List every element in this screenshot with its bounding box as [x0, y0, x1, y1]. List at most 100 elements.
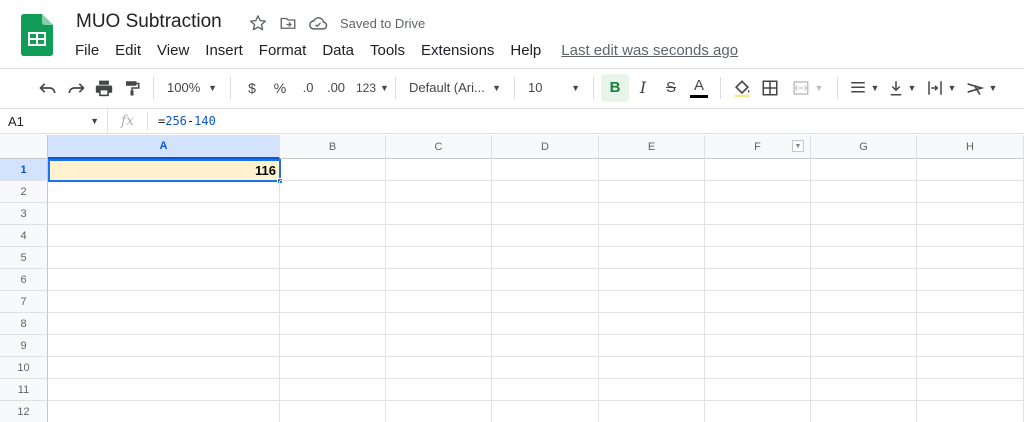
cloud-saved-icon[interactable]	[308, 13, 328, 33]
menu-data[interactable]: Data	[314, 40, 362, 61]
cell[interactable]	[811, 159, 917, 181]
cell[interactable]	[811, 335, 917, 357]
cell[interactable]	[917, 401, 1024, 422]
cell[interactable]	[280, 313, 386, 335]
menu-view[interactable]: View	[149, 40, 197, 61]
cell[interactable]	[599, 159, 705, 181]
cell[interactable]	[280, 335, 386, 357]
cell[interactable]	[48, 181, 280, 203]
row-header-4[interactable]: 4	[0, 225, 48, 247]
cell[interactable]	[705, 203, 811, 225]
cell[interactable]	[599, 401, 705, 422]
column-header-a[interactable]: A	[48, 135, 280, 159]
cell[interactable]	[492, 291, 599, 313]
row-header-9[interactable]: 9	[0, 335, 48, 357]
cell[interactable]	[280, 181, 386, 203]
menu-insert[interactable]: Insert	[197, 40, 251, 61]
row-header-11[interactable]: 11	[0, 379, 48, 401]
cell[interactable]	[492, 335, 599, 357]
bold-button[interactable]: B	[601, 73, 629, 102]
column-header-e[interactable]: E	[599, 135, 705, 159]
cell[interactable]	[492, 203, 599, 225]
cell[interactable]	[917, 181, 1024, 203]
cell[interactable]	[705, 357, 811, 379]
select-all-corner[interactable]	[0, 135, 48, 159]
cell[interactable]	[280, 401, 386, 422]
cell[interactable]	[599, 181, 705, 203]
cell[interactable]	[48, 291, 280, 313]
cell[interactable]	[280, 269, 386, 291]
strikethrough-button[interactable]: S	[657, 74, 685, 102]
borders-icon[interactable]	[756, 74, 784, 102]
increase-decimals-button[interactable]: .00	[322, 74, 350, 102]
row-header-7[interactable]: 7	[0, 291, 48, 313]
cell[interactable]	[811, 225, 917, 247]
cell[interactable]	[811, 357, 917, 379]
menu-tools[interactable]: Tools	[362, 40, 413, 61]
cell[interactable]	[386, 379, 492, 401]
row-header-8[interactable]: 8	[0, 313, 48, 335]
cell[interactable]	[48, 225, 280, 247]
column-header-f[interactable]: F ▼	[705, 135, 811, 159]
cell[interactable]	[705, 159, 811, 181]
cell[interactable]	[280, 379, 386, 401]
cell[interactable]	[705, 379, 811, 401]
cell[interactable]	[599, 291, 705, 313]
cell[interactable]	[48, 313, 280, 335]
column-header-c[interactable]: C	[386, 135, 492, 159]
cell[interactable]	[386, 401, 492, 422]
cell[interactable]	[811, 181, 917, 203]
cell[interactable]	[917, 159, 1024, 181]
cell[interactable]	[386, 247, 492, 269]
cell[interactable]	[917, 269, 1024, 291]
menu-file[interactable]: File	[67, 40, 107, 61]
cell[interactable]	[811, 313, 917, 335]
cell[interactable]	[599, 379, 705, 401]
row-header-10[interactable]: 10	[0, 357, 48, 379]
row-header-3[interactable]: 3	[0, 203, 48, 225]
active-cell[interactable]: 116	[48, 159, 281, 182]
menu-edit[interactable]: Edit	[107, 40, 149, 61]
spreadsheet-grid[interactable]: A B C D E F ▼ G H 1 116 2 3 4 5 6 7 8 9 10 11 12	[0, 135, 1024, 422]
cell[interactable]	[280, 159, 386, 181]
row-header-6[interactable]: 6	[0, 269, 48, 291]
vertical-align-icon[interactable]: ▼	[883, 74, 921, 102]
cell[interactable]	[811, 379, 917, 401]
cell[interactable]	[492, 401, 599, 422]
cell[interactable]	[48, 357, 280, 379]
document-title[interactable]: MUO Subtraction	[76, 11, 222, 33]
cell[interactable]	[705, 225, 811, 247]
cell[interactable]	[599, 225, 705, 247]
cell[interactable]	[386, 181, 492, 203]
cell[interactable]	[599, 357, 705, 379]
cell[interactable]	[811, 203, 917, 225]
column-header-g[interactable]: G	[811, 135, 917, 159]
menu-extensions[interactable]: Extensions	[413, 40, 502, 61]
cell[interactable]	[48, 379, 280, 401]
cell[interactable]	[386, 203, 492, 225]
cell[interactable]	[705, 181, 811, 203]
cell[interactable]	[492, 225, 599, 247]
merge-cells-icon[interactable]: ▼	[784, 74, 830, 102]
text-color-button[interactable]: A	[685, 74, 713, 102]
menu-help[interactable]: Help	[502, 40, 549, 61]
cell[interactable]	[705, 269, 811, 291]
cell[interactable]	[386, 357, 492, 379]
cell[interactable]	[280, 225, 386, 247]
cell[interactable]	[386, 269, 492, 291]
cell[interactable]	[492, 181, 599, 203]
column-header-h[interactable]: H	[917, 135, 1024, 159]
cell[interactable]	[280, 357, 386, 379]
more-formats-select[interactable]: 123 ▼	[350, 74, 389, 102]
cell[interactable]	[492, 159, 599, 181]
cell[interactable]	[705, 335, 811, 357]
cell[interactable]	[917, 313, 1024, 335]
text-rotation-icon[interactable]: ▼	[961, 74, 1001, 102]
cell[interactable]	[492, 313, 599, 335]
cell[interactable]	[599, 247, 705, 269]
formula-input[interactable]: =256-140	[148, 114, 216, 128]
cell[interactable]	[492, 269, 599, 291]
cell[interactable]	[492, 247, 599, 269]
move-folder-icon[interactable]	[278, 13, 298, 33]
column-header-d[interactable]: D	[492, 135, 599, 159]
